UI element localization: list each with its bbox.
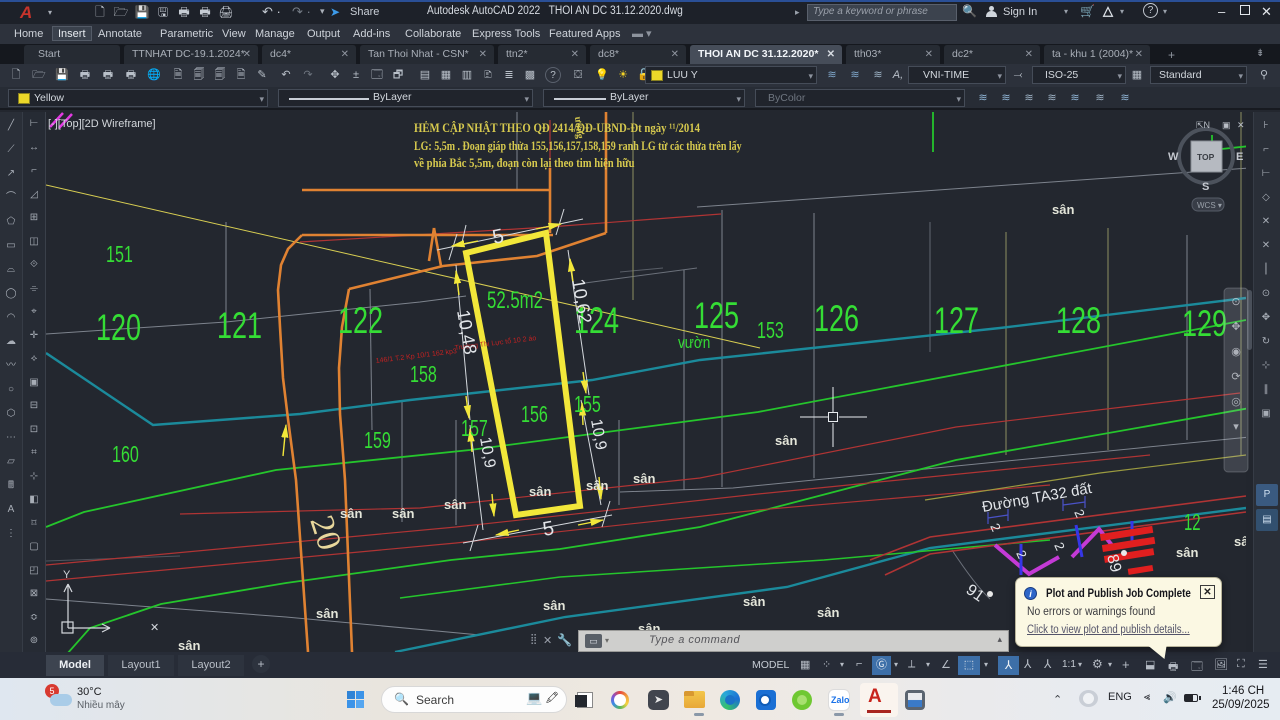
- svg-text:155: 155: [574, 392, 601, 417]
- svg-text:sân: sân: [586, 478, 608, 493]
- svg-text:⊙: ⊙: [1231, 296, 1240, 308]
- svg-text:sân: sân: [633, 471, 655, 486]
- svg-text:sân: sân: [543, 598, 565, 613]
- svg-text:5: 5: [541, 517, 556, 541]
- svg-text:158: 158: [410, 362, 437, 387]
- svg-text:ường: ường: [572, 116, 585, 139]
- svg-text:125: 125: [694, 295, 739, 336]
- svg-text:122: 122: [338, 300, 383, 341]
- svg-text:▣: ▣: [1222, 120, 1231, 130]
- svg-text:121: 121: [217, 305, 262, 346]
- svg-text:về phía Bắc 5,5m, đoạn còn lại: về phía Bắc 5,5m, đoạn còn lại theo tim …: [414, 156, 635, 170]
- svg-text:12: 12: [1184, 510, 1201, 536]
- svg-text:⇱N: ⇱N: [1196, 120, 1210, 130]
- svg-text:◎: ◎: [1231, 396, 1241, 408]
- svg-text:sân: sân: [444, 497, 466, 512]
- svg-text:TOP: TOP: [1197, 152, 1215, 162]
- svg-text:sân: sân: [178, 638, 200, 653]
- svg-text:91: 91: [963, 581, 987, 605]
- svg-text:sân: sân: [817, 605, 839, 620]
- svg-text:W: W: [1168, 151, 1179, 163]
- svg-text:vườn: vườn: [678, 334, 710, 353]
- svg-text:129: 129: [1182, 303, 1227, 344]
- svg-text:sân: sân: [340, 506, 362, 521]
- svg-text:156: 156: [521, 402, 548, 427]
- svg-text:sân: sân: [392, 506, 414, 521]
- svg-text:sân: sân: [1052, 202, 1074, 217]
- svg-text:⟳: ⟳: [1231, 371, 1240, 383]
- svg-text:2: 2: [987, 521, 1004, 534]
- svg-text:E: E: [1236, 151, 1243, 163]
- svg-text:120: 120: [96, 307, 141, 348]
- svg-text:153: 153: [757, 318, 784, 343]
- svg-text:✥: ✥: [1231, 321, 1240, 333]
- svg-text:160: 160: [112, 442, 139, 467]
- svg-text:◉: ◉: [1231, 346, 1241, 358]
- svg-text:sân: sân: [1176, 545, 1198, 560]
- svg-text:sân: sân: [1234, 534, 1256, 549]
- svg-text:10,9: 10,9: [587, 418, 609, 452]
- svg-text:[-][Top][2D Wireframe]: [-][Top][2D Wireframe]: [48, 118, 156, 130]
- svg-text:S: S: [1202, 181, 1209, 193]
- svg-text:52.5m2: 52.5m2: [487, 287, 543, 314]
- svg-text:WCS ▾: WCS ▾: [1197, 201, 1222, 210]
- svg-text:89: 89: [1103, 553, 1124, 575]
- svg-text:▾: ▾: [1233, 421, 1239, 433]
- svg-text:HẺM CẬP NHẬT THEO QĐ 2414/QĐ-U: HẺM CẬP NHẬT THEO QĐ 2414/QĐ-UBND-Đt ngà…: [414, 120, 700, 135]
- svg-text:sân: sân: [529, 484, 551, 499]
- svg-text:✕: ✕: [1237, 120, 1245, 130]
- svg-text:✕: ✕: [150, 622, 159, 634]
- svg-text:LG: 5,5m . Đoạn giáp thửa 155,: LG: 5,5m . Đoạn giáp thửa 155,156,157,15…: [414, 140, 742, 153]
- svg-text:128: 128: [1056, 300, 1101, 341]
- svg-text:10,62: 10,62: [568, 277, 596, 325]
- svg-text:Y: Y: [63, 569, 71, 581]
- svg-text:sân: sân: [775, 433, 797, 448]
- svg-text:sân: sân: [316, 606, 338, 621]
- svg-text:127: 127: [934, 300, 979, 341]
- svg-text:126: 126: [814, 298, 859, 339]
- svg-text:10,9: 10,9: [476, 436, 498, 470]
- svg-text:159: 159: [364, 428, 391, 453]
- svg-text:sân: sân: [743, 594, 765, 609]
- svg-text:2: 2: [1051, 540, 1068, 553]
- svg-text:151: 151: [106, 242, 133, 267]
